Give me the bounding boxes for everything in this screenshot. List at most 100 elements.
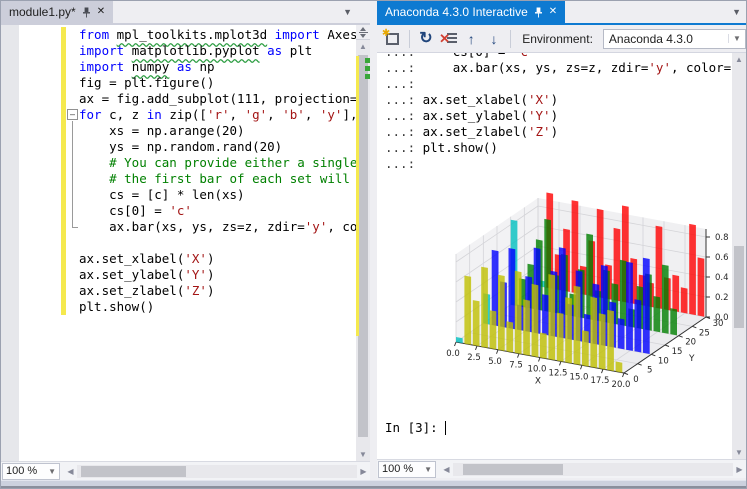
restart-kernel-button[interactable]: ↻ xyxy=(417,28,436,50)
svg-text:0.6: 0.6 xyxy=(715,253,729,263)
code-line: ...: cs[0] = 'c' xyxy=(385,53,732,60)
toolwindow-tabstrip: Anaconda 4.3.0 Interactive ✕ ▼ xyxy=(377,1,746,25)
code-line: ...: xyxy=(385,76,732,92)
pin-icon[interactable] xyxy=(534,7,543,18)
code-line: ...: ax.set_xlabel('X') xyxy=(385,92,732,108)
indicator-margin xyxy=(1,25,19,461)
code-editor[interactable]: from mpl_toolkits.mplot3d import Axes3Di… xyxy=(1,25,370,461)
history-previous-button[interactable]: ↑ xyxy=(462,28,481,50)
scroll-left-icon[interactable]: ◀ xyxy=(64,467,77,476)
code-line: import matplotlib.pyplot as plt xyxy=(19,43,356,59)
chevron-down-icon: ▼ xyxy=(728,34,745,43)
svg-text:25: 25 xyxy=(699,328,710,338)
code-line: ...: ax.set_zlabel('Z') xyxy=(385,124,732,140)
interactive-console[interactable]: ...: cs[0] = 'c'...: ax.bar(xs, ys, zs=z… xyxy=(377,53,732,459)
code-line: ax.set_ylabel('Y') xyxy=(19,267,356,283)
environment-value: Anaconda 4.3.0 xyxy=(604,32,728,46)
history-next-button[interactable]: ↓ xyxy=(485,28,504,50)
zoom-value: 100 % xyxy=(6,465,48,477)
code-line: fig = plt.figure() xyxy=(19,75,356,91)
code-line: ...: ax.set_ylabel('Y') xyxy=(385,108,732,124)
new-interactive-window-button[interactable]: ✱ xyxy=(383,28,402,50)
editor-horizontal-scrollbar[interactable]: ◀ ▶ xyxy=(64,463,370,480)
code-line: # the first bar of each set will be colo… xyxy=(19,171,356,187)
scrollbar-thumb[interactable] xyxy=(358,55,368,437)
tab-title: module1.py* xyxy=(9,5,76,19)
environment-label: Environment: xyxy=(522,32,593,46)
toolbar-separator xyxy=(409,30,410,48)
warning-mark xyxy=(365,74,370,79)
prompt-label: In [3]: xyxy=(385,420,445,435)
editor-vertical-scrollbar[interactable]: ▲ ▼ xyxy=(356,25,370,461)
editor-zoom-combobox[interactable]: 100 % ▼ xyxy=(2,463,60,480)
clear-screen-button[interactable]: ✕ xyxy=(439,28,458,50)
close-icon[interactable]: ✕ xyxy=(97,7,105,17)
zoom-value: 100 % xyxy=(382,463,424,475)
chevron-down-icon: ▼ xyxy=(48,467,56,476)
arrow-up-icon: ↑ xyxy=(468,31,475,47)
arrow-down-icon: ↓ xyxy=(491,31,498,47)
svg-text:0.0: 0.0 xyxy=(715,313,729,323)
scroll-up-icon[interactable]: ▲ xyxy=(356,40,370,53)
close-icon[interactable]: ✕ xyxy=(549,7,557,17)
editor-splitter-handle[interactable] xyxy=(356,25,370,40)
svg-text:X: X xyxy=(535,377,541,387)
tab-title: Anaconda 4.3.0 Interactive xyxy=(385,5,528,19)
tab-list-dropdown-icon[interactable]: ▼ xyxy=(343,7,352,17)
console-vertical-scrollbar[interactable]: ▲ ▼ xyxy=(732,53,746,459)
scrollbar-thumb[interactable] xyxy=(81,466,186,477)
console-horizontal-scrollbar[interactable]: ◀ ▶ xyxy=(440,461,746,478)
scroll-down-icon[interactable]: ▼ xyxy=(732,446,746,459)
code-line: xs = np.arange(20) xyxy=(19,123,356,139)
scrollbar-thumb[interactable] xyxy=(734,246,744,328)
console-zoom-combobox[interactable]: 100 % ▼ xyxy=(378,461,436,478)
svg-text:7.5: 7.5 xyxy=(509,361,523,371)
3d-bar-chart: 0.02.55.07.510.012.515.017.520.005101520… xyxy=(411,174,732,402)
pin-icon[interactable] xyxy=(82,7,91,18)
svg-text:0.0: 0.0 xyxy=(446,349,460,359)
code-line: ax.set_zlabel('Z') xyxy=(19,283,356,299)
console-bottom-bar: 100 % ▼ ◀ ▶ xyxy=(377,459,746,478)
code-line: ax.set_xlabel('X') xyxy=(19,251,356,267)
code-line: cs = [c] * len(xs) xyxy=(19,187,356,203)
fold-guide-line xyxy=(72,121,73,227)
editor-bottom-bar: 100 % ▼ ◀ ▶ xyxy=(1,461,370,480)
environment-combobox[interactable]: Anaconda 4.3.0 ▼ xyxy=(603,29,746,49)
scroll-down-icon[interactable]: ▼ xyxy=(356,448,370,461)
clear-screen-icon: ✕ xyxy=(440,31,457,46)
tab-anaconda-interactive[interactable]: Anaconda 4.3.0 Interactive ✕ xyxy=(377,1,565,23)
fold-guide-corner xyxy=(72,227,78,228)
interactive-toolbar: ✱ ↻ ✕ ↑ ↓ Enviro xyxy=(377,25,746,53)
scroll-right-icon[interactable]: ▶ xyxy=(357,467,370,476)
scrollbar-thumb[interactable] xyxy=(463,464,563,475)
svg-text:5.0: 5.0 xyxy=(488,357,502,367)
window-bottom-border xyxy=(1,480,746,488)
pane-splitter[interactable] xyxy=(370,1,377,480)
tab-module1-py[interactable]: module1.py* ✕ xyxy=(1,1,113,23)
fold-collapse-button[interactable]: – xyxy=(67,109,78,120)
input-prompt-line[interactable]: In [3]: xyxy=(385,420,732,435)
svg-text:5: 5 xyxy=(647,366,652,376)
svg-text:2.5: 2.5 xyxy=(467,353,481,363)
code-line: ax.bar(xs, ys, zs=z, zdir='y', color=cs) xyxy=(19,219,356,235)
code-line: ...: plt.show() xyxy=(385,140,732,156)
svg-text:17.5: 17.5 xyxy=(591,376,610,386)
svg-text:0.8: 0.8 xyxy=(715,233,729,243)
change-tracking-bar xyxy=(61,27,66,315)
svg-text:10: 10 xyxy=(658,356,669,366)
svg-text:20: 20 xyxy=(685,338,696,348)
code-line: ...: ax.bar(xs, ys, zs=z, zdir='y', colo… xyxy=(385,60,732,76)
code-line xyxy=(19,235,356,251)
code-text-area[interactable]: from mpl_toolkits.mplot3d import Axes3Di… xyxy=(19,25,356,461)
interactive-pane: Anaconda 4.3.0 Interactive ✕ ▼ ✱ ↻ xyxy=(377,1,746,480)
svg-text:20.0: 20.0 xyxy=(612,380,631,390)
code-line: ys = np.random.rand(20) xyxy=(19,139,356,155)
code-line: plt.show() xyxy=(19,299,356,315)
visual-studio-window: module1.py* ✕ ▼ from mpl_toolkits.mplot3… xyxy=(0,0,747,489)
window-menu-dropdown-icon[interactable]: ▼ xyxy=(732,7,741,17)
scroll-up-icon[interactable]: ▲ xyxy=(732,53,746,66)
scroll-left-icon[interactable]: ◀ xyxy=(440,465,453,474)
svg-text:15.0: 15.0 xyxy=(570,372,589,382)
scroll-right-icon[interactable]: ▶ xyxy=(733,465,746,474)
modified-lines-strip xyxy=(356,56,359,336)
